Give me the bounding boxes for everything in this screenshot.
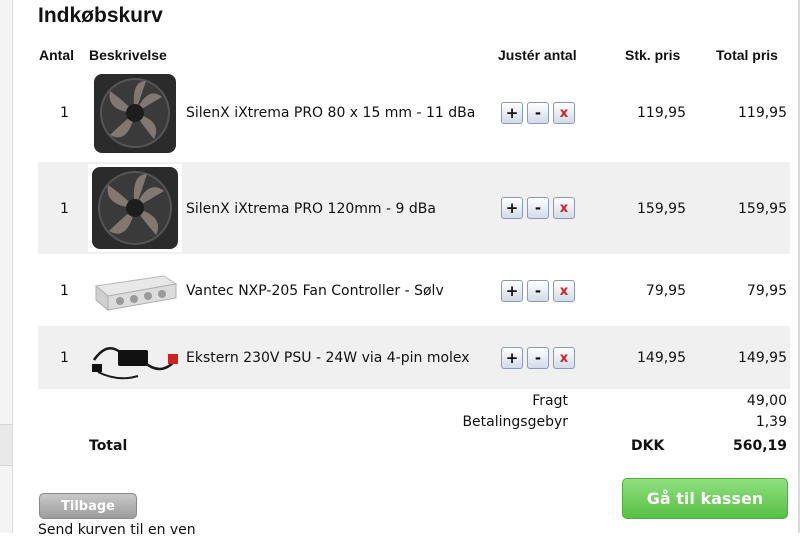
cart-row: 1 SilenX iXtrema PRO 120mm - 9 dBa + - x… <box>38 162 790 254</box>
remove-button[interactable]: x <box>553 280 575 302</box>
item-unit-price: 149,95 <box>637 350 686 366</box>
decrease-button[interactable]: - <box>527 102 549 124</box>
power-supply-image[interactable] <box>88 332 182 384</box>
fan-120mm-image[interactable] <box>88 164 182 252</box>
currency-label: DKK <box>631 438 665 454</box>
item-qty: 1 <box>60 105 69 121</box>
increase-button[interactable]: + <box>501 197 523 219</box>
item-unit-price: 159,95 <box>637 201 686 217</box>
quantity-controls: + - x <box>501 197 575 219</box>
item-description: Ekstern 230V PSU - 24W via 4-pin molex <box>186 350 470 366</box>
cart-row: 1 Vantec NXP-205 Fan Controller - Sølv +… <box>38 258 790 324</box>
send-to-friend-link[interactable]: Send kurven til en ven <box>38 522 196 538</box>
item-description: SilenX iXtrema PRO 80 x 15 mm - 11 dBa <box>186 105 476 121</box>
payment-fee-value: 1,39 <box>755 414 787 430</box>
fan-controller-image[interactable] <box>88 264 182 318</box>
item-total-price: 79,95 <box>746 283 787 299</box>
item-total-price: 149,95 <box>738 350 787 366</box>
header-unit-price: Stk. pris <box>625 47 681 63</box>
payment-fee-label: Betalingsgebyr <box>462 414 568 430</box>
total-label: Total <box>89 438 128 454</box>
remove-button[interactable]: x <box>553 197 575 219</box>
item-description: SilenX iXtrema PRO 120mm - 9 dBa <box>186 201 436 217</box>
left-sidebar-edge <box>0 0 13 533</box>
increase-button[interactable]: + <box>501 280 523 302</box>
item-qty: 1 <box>60 201 69 217</box>
shipping-label: Fragt <box>532 393 568 409</box>
header-qty: Antal <box>39 47 74 63</box>
quantity-controls: + - x <box>501 347 575 369</box>
header-total-price: Total pris <box>716 47 778 63</box>
remove-button[interactable]: x <box>553 347 575 369</box>
total-value: 560,19 <box>732 438 787 454</box>
checkout-button[interactable]: Gå til kassen <box>622 478 788 519</box>
item-unit-price: 79,95 <box>645 283 686 299</box>
decrease-button[interactable]: - <box>527 280 549 302</box>
quantity-controls: + - x <box>501 102 575 124</box>
decrease-button[interactable]: - <box>527 197 549 219</box>
cart-row: 1 Ekstern 230V PSU - 24W via 4-pin molex… <box>38 326 790 389</box>
back-button[interactable]: Tilbage <box>39 493 137 519</box>
header-adjust: Justér antal <box>498 47 577 63</box>
item-description: Vantec NXP-205 Fan Controller - Sølv <box>186 283 444 299</box>
sidebar-marker <box>0 424 12 466</box>
remove-button[interactable]: x <box>553 102 575 124</box>
increase-button[interactable]: + <box>501 102 523 124</box>
item-unit-price: 119,95 <box>637 105 686 121</box>
page-title: Indkøbskurv <box>38 4 163 27</box>
quantity-controls: + - x <box>501 280 575 302</box>
item-total-price: 159,95 <box>738 201 787 217</box>
shipping-value: 49,00 <box>746 393 787 409</box>
item-qty: 1 <box>60 283 69 299</box>
item-qty: 1 <box>60 350 69 366</box>
item-total-price: 119,95 <box>738 105 787 121</box>
fan-80mm-image[interactable] <box>88 71 182 156</box>
cart-row: 1 SilenX iXtrema PRO 80 x 15 mm - 11 dBa… <box>38 69 790 158</box>
decrease-button[interactable]: - <box>527 347 549 369</box>
header-description: Beskrivelse <box>89 47 167 63</box>
increase-button[interactable]: + <box>501 347 523 369</box>
